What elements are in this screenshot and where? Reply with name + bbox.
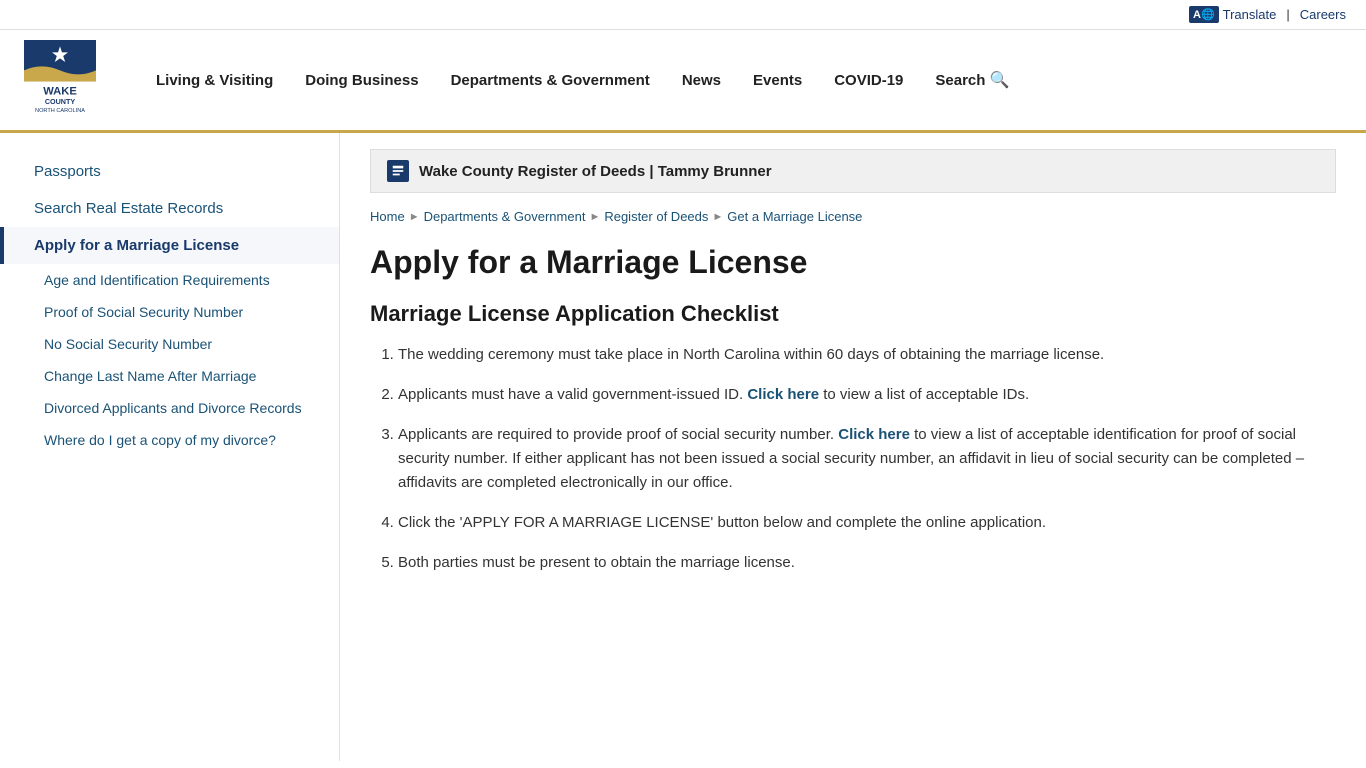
- translate-icon: A🌐: [1189, 6, 1219, 23]
- nav-living-visiting[interactable]: Living & Visiting: [140, 40, 289, 123]
- sidebar-item-real-estate[interactable]: Search Real Estate Records: [0, 190, 339, 227]
- sidebar: Passports Search Real Estate Records App…: [0, 133, 340, 761]
- translate-area: A🌐 Translate: [1189, 6, 1276, 23]
- sidebar-item-change-name[interactable]: Change Last Name After Marriage: [0, 360, 339, 392]
- checklist-item-4: Click the 'APPLY FOR A MARRIAGE LICENSE'…: [398, 511, 1336, 535]
- svg-text:COUNTY: COUNTY: [45, 97, 76, 106]
- breadcrumb-register-deeds[interactable]: Register of Deeds: [604, 209, 708, 224]
- section-title: Marriage License Application Checklist: [370, 301, 1336, 327]
- checklist-item-2-link[interactable]: Click here: [747, 386, 819, 403]
- svg-text:WAKE: WAKE: [43, 85, 77, 97]
- site-logo: WAKE COUNTY NORTH CAROLINA: [20, 40, 100, 120]
- utility-bar: A🌐 Translate | Careers: [0, 0, 1366, 30]
- search-label: Search: [935, 72, 985, 89]
- sidebar-item-passports[interactable]: Passports: [0, 153, 339, 190]
- page-title: Apply for a Marriage License: [370, 244, 1336, 281]
- sidebar-item-copy-divorce[interactable]: Where do I get a copy of my divorce?: [0, 424, 339, 456]
- checklist-item-1-text: The wedding ceremony must take place in …: [398, 346, 1104, 363]
- nav-covid19[interactable]: COVID-19: [818, 40, 919, 123]
- separator: |: [1286, 7, 1289, 22]
- sidebar-item-proof-ssn[interactable]: Proof of Social Security Number: [0, 296, 339, 328]
- checklist-item-3-link[interactable]: Click here: [838, 426, 910, 443]
- checklist-item-5-text: Both parties must be present to obtain t…: [398, 554, 795, 571]
- sidebar-item-age-id[interactable]: Age and Identification Requirements: [0, 264, 339, 296]
- breadcrumb-sep-1: ►: [409, 211, 420, 223]
- nav-doing-business[interactable]: Doing Business: [289, 40, 434, 123]
- dept-banner: Wake County Register of Deeds | Tammy Br…: [370, 149, 1336, 193]
- page-container: Passports Search Real Estate Records App…: [0, 133, 1366, 761]
- svg-text:NORTH CAROLINA: NORTH CAROLINA: [35, 108, 85, 114]
- search-icon: 🔍: [989, 70, 1009, 90]
- checklist: The wedding ceremony must take place in …: [374, 343, 1336, 575]
- nav-news[interactable]: News: [666, 40, 737, 123]
- nav-departments-government[interactable]: Departments & Government: [435, 40, 666, 123]
- main-nav: Living & Visiting Doing Business Departm…: [140, 40, 1025, 120]
- nav-events[interactable]: Events: [737, 40, 818, 123]
- careers-link[interactable]: Careers: [1300, 7, 1346, 22]
- checklist-item-2-before: Applicants must have a valid government-…: [398, 386, 747, 403]
- breadcrumb-departments[interactable]: Departments & Government: [424, 209, 586, 224]
- dept-banner-text: Wake County Register of Deeds | Tammy Br…: [419, 163, 772, 180]
- site-header: WAKE COUNTY NORTH CAROLINA Living & Visi…: [0, 30, 1366, 133]
- nav-search[interactable]: Search 🔍: [919, 40, 1025, 123]
- breadcrumb-marriage-license[interactable]: Get a Marriage License: [727, 209, 862, 224]
- checklist-item-1: The wedding ceremony must take place in …: [398, 343, 1336, 367]
- translate-link[interactable]: Translate: [1223, 7, 1277, 22]
- sidebar-item-divorced[interactable]: Divorced Applicants and Divorce Records: [0, 392, 339, 424]
- main-content: Wake County Register of Deeds | Tammy Br…: [340, 133, 1366, 761]
- checklist-item-2-after: to view a list of acceptable IDs.: [823, 386, 1029, 403]
- breadcrumb-sep-3: ►: [712, 211, 723, 223]
- checklist-item-3-before: Applicants are required to provide proof…: [398, 426, 838, 443]
- checklist-item-2: Applicants must have a valid government-…: [398, 383, 1336, 407]
- breadcrumb-sep-2: ►: [589, 211, 600, 223]
- logo-area: WAKE COUNTY NORTH CAROLINA: [20, 30, 120, 130]
- sidebar-item-marriage-license[interactable]: Apply for a Marriage License: [0, 227, 339, 264]
- checklist-item-3: Applicants are required to provide proof…: [398, 423, 1336, 495]
- checklist-item-4-text: Click the 'APPLY FOR A MARRIAGE LICENSE'…: [398, 514, 1046, 531]
- sidebar-item-no-ssn[interactable]: No Social Security Number: [0, 328, 339, 360]
- breadcrumb-home[interactable]: Home: [370, 209, 405, 224]
- dept-icon: [387, 160, 409, 182]
- checklist-item-5: Both parties must be present to obtain t…: [398, 551, 1336, 575]
- breadcrumb: Home ► Departments & Government ► Regist…: [370, 209, 1336, 224]
